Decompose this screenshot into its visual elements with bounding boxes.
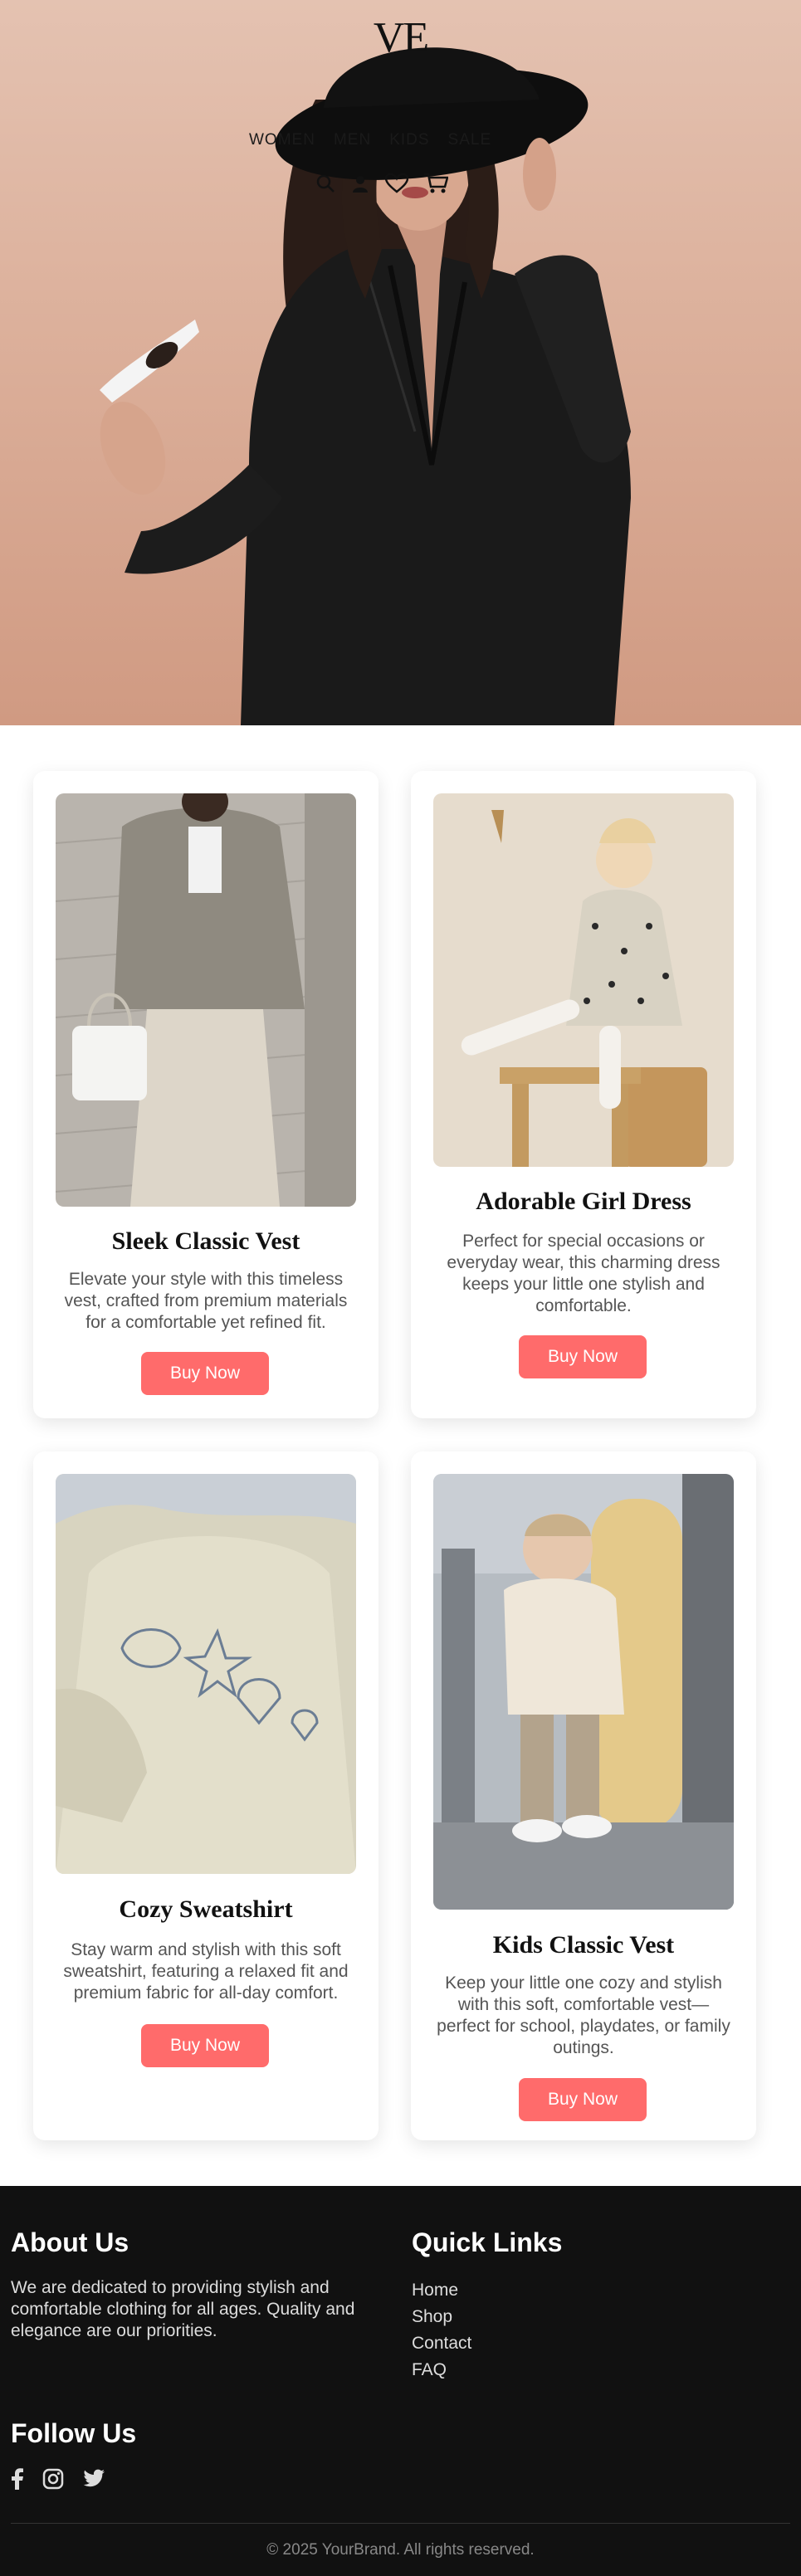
product-card: Adorable Girl Dress Perfect for special … xyxy=(411,771,756,1418)
main-nav: WOMEN MEN KIDS SALE xyxy=(249,131,491,149)
footer-link-faq[interactable]: FAQ xyxy=(412,2357,471,2383)
product-card: Sleek Classic Vest Elevate your style wi… xyxy=(33,771,379,1418)
footer-link-shop[interactable]: Shop xyxy=(412,2304,471,2330)
buy-now-button[interactable]: Buy Now xyxy=(141,1352,269,1395)
copyright-text: © 2025 YourBrand. All rights reserved. xyxy=(266,2541,535,2559)
product-title: Sleek Classic Vest xyxy=(111,1227,300,1255)
brand-logo[interactable]: VE xyxy=(0,17,801,60)
facebook-icon[interactable] xyxy=(11,2468,24,2490)
header-icon-bar xyxy=(315,173,448,194)
footer-link-contact[interactable]: Contact xyxy=(412,2330,471,2357)
social-links xyxy=(11,2468,105,2490)
product-card: Kids Classic Vest Keep your little one c… xyxy=(411,1451,756,2140)
site-footer: About Us We are dedicated to providing s… xyxy=(0,2186,801,2576)
nav-item-kids[interactable]: KIDS xyxy=(389,131,429,149)
product-card: Cozy Sweatshirt Stay warm and stylish wi… xyxy=(33,1451,379,2140)
product-description: Elevate your style with this timeless ve… xyxy=(64,1270,348,1332)
product-image[interactable] xyxy=(56,1474,356,1874)
buy-now-button[interactable]: Buy Now xyxy=(519,1335,647,1378)
nav-item-men[interactable]: MEN xyxy=(334,131,371,149)
user-icon[interactable] xyxy=(350,173,370,193)
follow-title: Follow Us xyxy=(11,2418,137,2448)
buy-now-button[interactable]: Buy Now xyxy=(519,2078,647,2121)
product-title: Kids Classic Vest xyxy=(492,1931,675,1959)
product-image[interactable] xyxy=(433,1474,734,1910)
heart-icon[interactable] xyxy=(385,173,408,193)
hero-banner: VE WOMEN MEN KIDS SALE xyxy=(0,0,801,725)
buy-now-button[interactable]: Buy Now xyxy=(141,2024,269,2067)
nav-item-women[interactable]: WOMEN xyxy=(249,131,315,149)
product-description: Perfect for special occasions or everyda… xyxy=(447,1232,720,1315)
nav-item-sale[interactable]: SALE xyxy=(448,131,492,149)
hero-model-photo xyxy=(100,47,631,725)
footer-link-home[interactable]: Home xyxy=(412,2277,471,2304)
search-icon[interactable] xyxy=(315,173,335,193)
about-title: About Us xyxy=(11,2227,129,2257)
product-image[interactable] xyxy=(56,793,356,1207)
twitter-icon[interactable] xyxy=(82,2469,105,2489)
product-description: Stay warm and stylish with this soft swe… xyxy=(63,1940,349,2003)
quick-links-list: Home Shop Contact FAQ xyxy=(412,2277,471,2383)
product-image[interactable] xyxy=(433,793,734,1167)
product-title: Adorable Girl Dress xyxy=(476,1188,691,1215)
cart-icon[interactable] xyxy=(423,173,448,194)
quick-links-title: Quick Links xyxy=(412,2227,563,2257)
product-grid: Sleek Classic Vest Elevate your style wi… xyxy=(0,725,801,2186)
product-title: Cozy Sweatshirt xyxy=(119,1895,293,1923)
product-description: Keep your little one cozy and stylish wi… xyxy=(437,1973,730,2057)
instagram-icon[interactable] xyxy=(42,2468,64,2490)
footer-divider xyxy=(11,2523,790,2524)
about-text: We are dedicated to providing stylish an… xyxy=(11,2278,355,2340)
